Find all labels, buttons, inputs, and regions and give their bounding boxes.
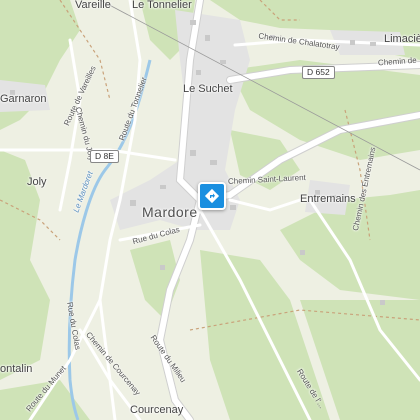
place-label-courcenay: Courcenay [130,404,184,416]
place-label-mardore: Mardore [142,204,198,220]
map-canvas[interactable]: Vareille Le Tonnelier Limaciè Le Suchet … [0,0,420,420]
road-shield-d8e: D 8E [90,150,119,164]
place-label-entremains: Entremains [300,193,356,205]
place-label-le-tonnelier: Le Tonnelier [132,0,192,11]
road-shield-d652: D 652 [302,66,335,80]
place-label-joly: Joly [27,176,47,188]
place-label-limacie: Limaciè [384,33,420,45]
diamond-arrow-icon [204,188,220,204]
place-label-vareille: Vareille [75,0,111,11]
place-label-garnaron: Garnaron [0,93,47,105]
place-label-le-suchet: Le Suchet [183,83,233,95]
place-label-ontalin: ontalin [0,363,33,375]
location-pin[interactable] [198,182,226,210]
